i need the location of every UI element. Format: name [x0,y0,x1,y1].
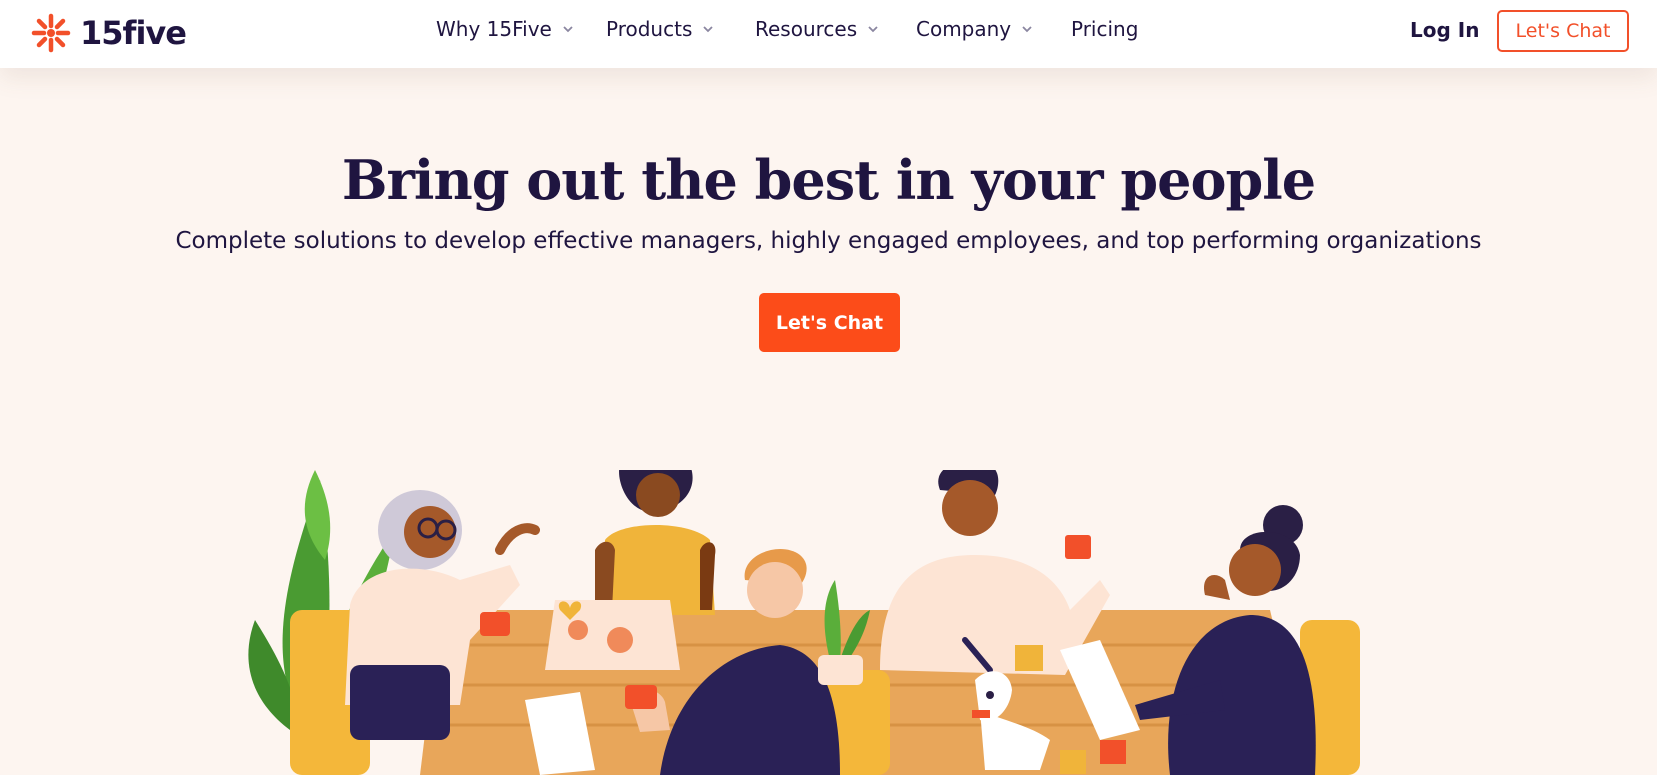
chevron-down-icon [1022,26,1032,33]
burst-logo-icon [31,13,71,53]
sticky-note [1015,645,1043,671]
hero-subtitle: Complete solutions to develop effective … [175,228,1482,254]
nav-label: Why 15Five [436,17,552,41]
sticky-note [1100,740,1126,764]
brand-logo[interactable]: 15five [30,12,187,54]
chevron-down-icon [563,26,573,33]
nav-company[interactable]: Company [916,17,1033,41]
login-link[interactable]: Log In [1410,18,1479,42]
person-figure [880,470,1110,675]
nav-resources[interactable]: Resources [755,17,879,41]
nav-label: Company [916,17,1012,41]
nav-why-15five[interactable]: Why 15Five [436,17,574,41]
sticky-note [1060,750,1086,774]
person-figure [595,470,716,615]
nav-pricing[interactable]: Pricing [1071,17,1138,41]
nav-label: Pricing [1071,17,1139,41]
laptop-icon [545,600,680,670]
logo-wordmark: 15five [80,14,187,52]
nav-label: Products [606,17,693,41]
nav-label: Resources [755,17,858,41]
top-navigation-bar: 15five Why 15Five Products Resources Com… [0,0,1657,68]
hero-lets-chat-button[interactable]: Let's Chat [759,293,900,352]
chevron-down-icon [868,26,878,33]
team-meeting-illustration [248,470,1360,775]
hero-title: Bring out the best in your people [341,148,1316,212]
header-lets-chat-button[interactable]: Let's Chat [1497,10,1629,52]
chevron-down-icon [703,26,713,33]
nav-products[interactable]: Products [606,17,714,41]
